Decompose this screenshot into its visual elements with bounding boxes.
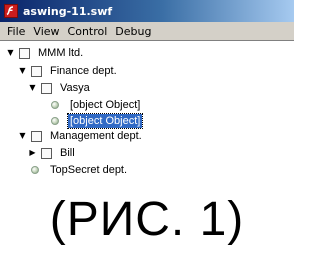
menu-view-label: View (33, 24, 60, 38)
menu-control[interactable]: Control (64, 23, 112, 40)
leaf-node-icon (51, 117, 59, 125)
menu-debug-label: Debug (115, 24, 152, 38)
tree-node-label: Bill (60, 147, 75, 159)
menu-view[interactable]: View (29, 23, 63, 40)
tree-node-object-2[interactable]: [object Object] (49, 113, 144, 129)
menu-control-label: Control (67, 24, 108, 38)
tree-node-finance[interactable]: ▼ Finance dept. (18, 63, 119, 79)
tree-node-label: Finance dept. (50, 65, 117, 77)
flash-player-icon[interactable] (4, 4, 18, 18)
tree-node-label: TopSecret dept. (50, 164, 128, 176)
tree-view[interactable]: ▼ MMM ltd. ▼ Finance dept. ▼ Vasya [obje… (0, 42, 294, 182)
collapsed-triangle-icon[interactable]: ▶ (28, 148, 37, 158)
leaf-node-icon (31, 166, 39, 174)
menu-bar: File View Control Debug (0, 22, 294, 41)
menu-file-label: File (7, 24, 26, 38)
title-bar[interactable]: aswing-11.swf (0, 0, 294, 22)
expanded-triangle-icon[interactable]: ▼ (6, 48, 15, 58)
tree-node-label: [object Object] (70, 99, 141, 111)
leaf-node-icon (51, 101, 59, 109)
menu-file[interactable]: File (3, 23, 29, 40)
menu-debug[interactable]: Debug (111, 23, 155, 40)
tree-node-bill[interactable]: ▶ Bill (28, 145, 77, 161)
folder-checkbox-icon[interactable] (31, 65, 42, 77)
folder-checkbox-icon[interactable] (41, 82, 52, 94)
figure-caption: (РИС. 1) (49, 193, 245, 246)
tree-node-topsecret[interactable]: TopSecret dept. (29, 162, 129, 178)
expanded-triangle-icon[interactable]: ▼ (18, 66, 27, 76)
expanded-triangle-icon[interactable]: ▼ (28, 83, 37, 93)
flash-f-glyph (6, 6, 14, 16)
window-title: aswing-11.swf (23, 4, 113, 18)
folder-checkbox-icon[interactable] (31, 130, 42, 142)
tree-node-management[interactable]: ▼ Management dept. (18, 128, 144, 144)
tree-node-label: Management dept. (50, 130, 142, 142)
tree-node-object-1[interactable]: [object Object] (49, 97, 142, 113)
tree-node-label: [object Object] (66, 113, 144, 129)
folder-checkbox-icon[interactable] (41, 147, 52, 159)
expanded-triangle-icon[interactable]: ▼ (18, 131, 27, 141)
tree-node-vasya[interactable]: ▼ Vasya (28, 80, 92, 96)
folder-checkbox-icon[interactable] (19, 47, 30, 59)
tree-node-mmm[interactable]: ▼ MMM ltd. (6, 45, 85, 61)
tree-node-label: Vasya (60, 82, 90, 94)
tree-node-label: MMM ltd. (38, 47, 84, 59)
